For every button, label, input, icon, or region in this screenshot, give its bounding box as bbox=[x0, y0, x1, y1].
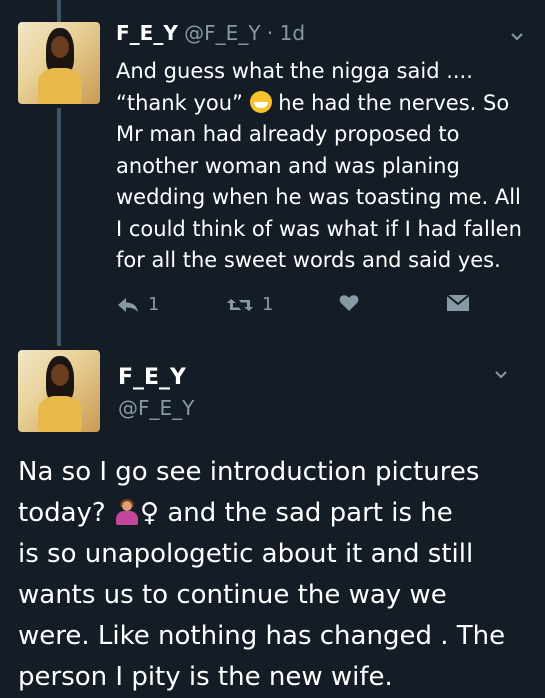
tweet-1-text: And guess what the nigga said .... “than… bbox=[116, 56, 522, 277]
female-sign: ♀ bbox=[140, 498, 160, 528]
text-line: for all the sweet words and said yes. bbox=[116, 248, 501, 272]
tweet-1-header: F_E_Y @F_E_Y · 1d bbox=[116, 21, 305, 45]
text-line: is so unapologetic about it and still bbox=[18, 539, 474, 569]
grinning-squinting-face-icon bbox=[249, 90, 272, 113]
chevron-down-icon[interactable] bbox=[494, 368, 508, 382]
reply-icon bbox=[118, 297, 138, 312]
retweet-count: 1 bbox=[262, 294, 274, 315]
text-line: Mr man had already proposed to bbox=[116, 122, 460, 146]
avatar[interactable] bbox=[18, 22, 100, 104]
text-line: “thank you” he had the nerves. So bbox=[116, 90, 510, 115]
reply-count: 1 bbox=[148, 294, 160, 315]
envelope-icon bbox=[446, 294, 470, 311]
text-line: wedding when he was toasting me. All bbox=[116, 185, 521, 209]
text-line: And guess what the nigga said .... bbox=[116, 59, 473, 83]
thread-line-bottom bbox=[57, 108, 61, 346]
text-line: I could think of was what if I had falle… bbox=[116, 216, 522, 241]
text-line: person I pity is the new wife. bbox=[18, 662, 393, 692]
retweet-button[interactable]: 1 bbox=[226, 294, 273, 315]
heart-icon bbox=[339, 295, 359, 311]
tweet-age[interactable]: 1d bbox=[280, 21, 305, 45]
like-button[interactable] bbox=[339, 294, 359, 312]
woman-shrugging-icon bbox=[114, 499, 140, 525]
chevron-down-icon[interactable] bbox=[510, 30, 524, 44]
display-name[interactable]: F_E_Y bbox=[118, 363, 194, 393]
avatar[interactable] bbox=[18, 350, 100, 432]
retweet-icon bbox=[227, 298, 253, 311]
tweet-2-header: F_E_Y @F_E_Y bbox=[118, 363, 194, 423]
reply-button[interactable]: 1 bbox=[116, 294, 159, 315]
tweet-2-text: Na so I go see introduction pictures tod… bbox=[18, 452, 505, 698]
text-line: another woman and was planing bbox=[116, 153, 460, 178]
thread-line-top bbox=[57, 0, 61, 22]
direct-message-button[interactable] bbox=[446, 294, 470, 312]
text-line: were. Like nothing has changed . The bbox=[18, 621, 506, 651]
user-handle[interactable]: @F_E_Y bbox=[184, 21, 260, 45]
user-handle[interactable]: @F_E_Y bbox=[118, 393, 194, 423]
display-name[interactable]: F_E_Y bbox=[116, 21, 178, 45]
text-line: wants us to continue the way we bbox=[18, 580, 447, 610]
separator-dot: · bbox=[266, 21, 274, 45]
text-line: today? ♀ and the sad part is he bbox=[18, 498, 453, 528]
text-line: Na so I go see introduction pictures bbox=[18, 457, 480, 487]
